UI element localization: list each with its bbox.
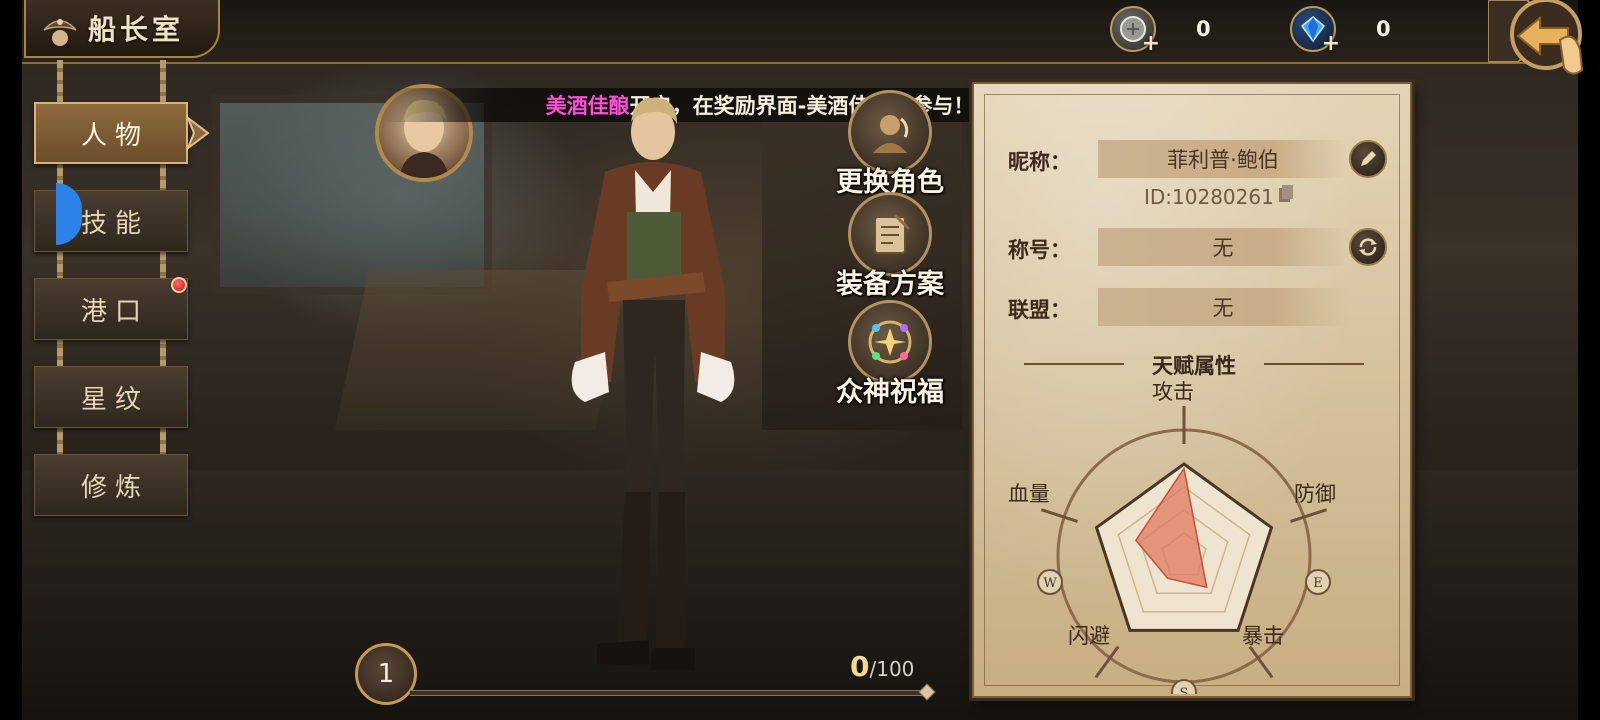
xp-max: /100 xyxy=(869,657,915,681)
menu-training-button[interactable]: 修炼 xyxy=(34,454,188,516)
refresh-icon xyxy=(1359,238,1377,256)
notification-dot-icon xyxy=(171,277,187,293)
change-title-button[interactable] xyxy=(1349,228,1387,266)
stat-crit-label: 暴击 xyxy=(1242,624,1284,648)
menu-character-label: 人物 xyxy=(80,120,149,151)
compass-letter: S xyxy=(1180,686,1189,694)
add-silver-icon[interactable]: + xyxy=(1142,31,1160,56)
menu-training-label: 修炼 xyxy=(80,472,149,503)
alliance-value: 无 xyxy=(1212,296,1234,320)
nickname-field: 菲利普·鲍伯 xyxy=(1098,140,1348,178)
title-field: 无 xyxy=(1098,228,1348,266)
stat-hp-label: 血量 xyxy=(1008,482,1050,506)
equipment-plan-label: 装备方案 xyxy=(836,269,944,300)
gem-amount: 0 xyxy=(1376,17,1391,41)
menu-port-label: 港口 xyxy=(80,296,149,327)
page-title: 船长室 xyxy=(88,13,185,46)
menu-character-button[interactable]: 人物 xyxy=(34,102,188,164)
silver-coin-icon: + xyxy=(1110,6,1160,56)
xp-progress-bar xyxy=(410,690,930,696)
title-badge: 船长室 xyxy=(24,0,220,58)
gods-blessing-action[interactable]: 众神祝福 xyxy=(820,300,960,409)
radar-compass-spike xyxy=(1040,508,1078,523)
back-button[interactable] xyxy=(1487,0,1600,80)
change-character-action[interactable]: 更换角色 xyxy=(820,90,960,199)
xp-current: 0 xyxy=(850,650,870,683)
copy-id-icon[interactable] xyxy=(1278,184,1294,209)
stat-attack-label: 攻击 xyxy=(1152,380,1194,404)
pencil-icon xyxy=(1361,151,1376,166)
menu-port-button[interactable]: 港口 xyxy=(34,277,188,340)
compass-letter: W xyxy=(1043,576,1057,591)
edit-nickname-button[interactable] xyxy=(1349,140,1387,178)
title-value: 无 xyxy=(1212,236,1234,260)
currency-silver[interactable]: + 0 xyxy=(1110,6,1211,56)
xp-readout: 0/100 xyxy=(850,650,914,683)
currency-gem[interactable]: + 0 xyxy=(1290,6,1391,56)
alliance-label: 联盟： xyxy=(1008,298,1071,322)
title-label: 称号： xyxy=(1008,238,1071,262)
character-figure xyxy=(535,92,775,672)
nickname-label: 昵称： xyxy=(1008,150,1071,174)
talent-radar-chart: W E S xyxy=(1037,406,1331,694)
player-id-text: ID:10280261 xyxy=(1144,184,1274,209)
stat-defense-label: 防御 xyxy=(1294,482,1336,506)
menu-star-pattern-label: 星纹 xyxy=(80,384,149,415)
captain-hat-icon xyxy=(40,8,80,48)
silver-amount: 0 xyxy=(1196,17,1211,41)
menu-star-pattern-button[interactable]: 星纹 xyxy=(34,366,188,428)
blue-gem-icon: + xyxy=(1290,6,1340,56)
add-gem-icon[interactable]: + xyxy=(1322,31,1340,56)
equipment-plan-action[interactable]: 装备方案 xyxy=(820,192,960,301)
nickname-value: 菲利普·鲍伯 xyxy=(1167,148,1279,172)
radar-compass-spike xyxy=(1290,508,1328,523)
compass-letter: E xyxy=(1313,576,1323,591)
menu-skills-label: 技能 xyxy=(80,208,149,239)
player-id: ID:10280261 xyxy=(1144,184,1294,209)
level-badge: 1 xyxy=(355,643,417,705)
alliance-field: 无 xyxy=(1098,288,1348,326)
menu-selected-arrow-icon xyxy=(185,115,212,151)
stat-dodge-label: 闪避 xyxy=(1068,624,1110,648)
gods-blessing-label: 众神祝福 xyxy=(836,377,944,408)
profile-panel: 昵称： 菲利普·鲍伯 ID:10280261 称号： 无 联盟： 无 天赋属性 xyxy=(972,82,1412,698)
level-value: 1 xyxy=(377,659,395,689)
